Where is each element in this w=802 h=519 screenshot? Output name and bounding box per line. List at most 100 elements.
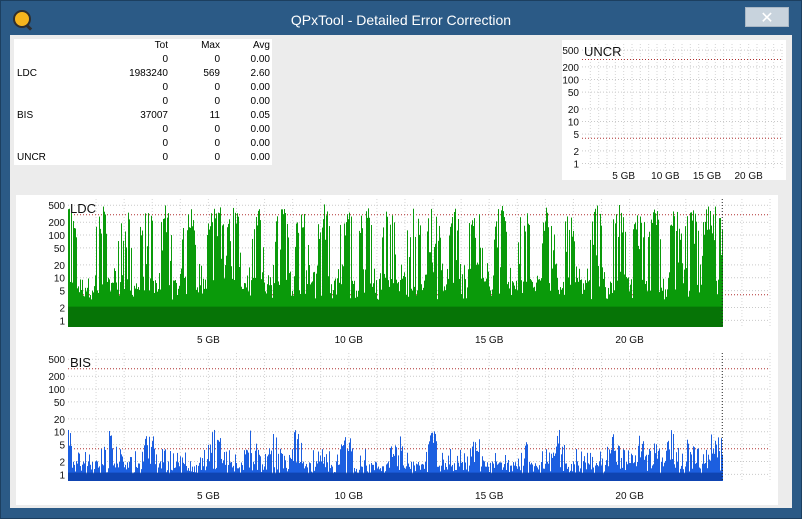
table-cell: 569 [203,68,220,79]
app-window: QPxTool - Detailed Error Correction ✕ To… [0,0,802,519]
table-row: 0 0 0.00 [14,53,272,67]
base-band [68,472,723,481]
table-cell: 0.00 [250,82,270,93]
bis-chart-svg: 5002001005020105215 GB 10 GB 15 GB 20 GBBIS [48,353,771,502]
y-tick-label: 2 [59,304,65,315]
table-cell: 0 [214,152,220,163]
y-tick-label: 50 [54,398,66,409]
chart-title: LDC [70,201,96,216]
table-cell: 0 [162,124,168,135]
chart-title: BIS [70,355,91,370]
y-tick-label: 200 [562,63,579,74]
row-label: UNCR [17,152,46,163]
x-tick-label: 10 GB [651,171,680,180]
y-tick-label: 5 [573,130,579,141]
x-tick-label: 15 GB [693,171,722,180]
uncr-chart: 500 200 100 50 20 10 5 2 1 5 GB 10 GB 15 GB 20 GB UNC… [562,40,786,182]
row-label: BIS [17,110,34,121]
y-tick-label: 5 [59,441,65,452]
base-band [68,306,723,327]
close-button[interactable]: ✕ [745,7,789,27]
row-label [14,137,74,151]
table-cell: 2.60 [250,68,270,79]
x-tick-label: 15 GB [475,335,504,346]
table-cell: 0 [162,82,168,93]
x-tick-label: 20 GB [734,171,763,180]
y-tick-label: 200 [48,218,65,229]
table-cell: 0 [162,152,168,163]
x-tick-label: 5 GB [197,335,220,346]
y-tick-label: 50 [568,88,580,99]
y-tick-label: 1 [59,470,65,481]
table-cell: 0.00 [250,54,270,65]
x-tick-label: 15 GB [475,491,504,502]
table-header: Tot [154,40,168,51]
y-tick-label: 200 [48,372,65,383]
x-tick-label: 5 GB [612,171,635,180]
row-label [14,81,74,95]
table-row: BIS 37007 11 0.05 [14,109,272,123]
table-row: 0 0 0.00 [14,123,272,137]
row-label [14,95,74,109]
y-tick-label: 100 [562,75,579,86]
table-cell: 0.00 [250,124,270,135]
table-cell: 0.00 [250,138,270,149]
window-title: QPxTool - Detailed Error Correction [290,12,512,28]
table-cell: 37007 [140,110,168,121]
table-cell: 0 [214,82,220,93]
chart-title: UNCR [584,44,622,59]
x-tick-label: 20 GB [615,491,644,502]
y-tick-label: 10 [568,117,580,128]
table-cell: 0.05 [250,110,270,121]
table-header: Max [201,40,220,51]
table-cell: 0 [162,96,168,107]
table-cell: 0 [214,124,220,135]
table-header [14,39,74,53]
table-cell: 0.00 [250,152,270,163]
uncr-chart-svg: 5002001005020105215 GB 10 GB 15 GB 20 GBUNC… [562,44,783,182]
ldc-chart-svg: 5002001005020105215 GB 10 GB 15 GB 20 GBLDC [48,199,771,346]
client-area: Tot Max Avg 0 0 0.00 LDC 1983240 569 2.60 0 0 0.0… [10,35,792,508]
x-tick-label: 20 GB [615,335,644,346]
close-icon: ✕ [760,8,774,27]
x-tick-label: 5 GB [197,491,220,502]
table-cell: 0 [162,138,168,149]
table-row: 0 0 0.00 [14,81,272,95]
table-row: LDC 1983240 569 2.60 [14,67,272,81]
y-tick-label: 10 [54,274,66,285]
y-tick-label: 5 [59,287,65,298]
table-cell: 1983240 [129,68,168,79]
y-tick-label: 1 [59,316,65,327]
table-cell: 0 [162,54,168,65]
table-header: Avg [252,40,270,51]
y-tick-label: 20 [54,415,66,426]
y-tick-label: 20 [54,261,66,272]
bis-chart: 500 200 100 50 20 10 5 2 1 5 GB 10 GB 15 GB 20 GB BIS [16,349,778,505]
table-cell: 0 [214,54,220,65]
y-tick-label: 100 [48,231,65,242]
row-label [14,123,74,137]
row-label: LDC [17,68,38,79]
table-cell: 11 [209,110,220,121]
y-tick-label: 500 [48,201,65,212]
series-ldc [68,204,723,327]
y-tick-label: 20 [568,105,580,116]
series-bis [68,429,723,481]
y-tick-label: 500 [562,46,579,57]
row-label [14,53,74,67]
y-tick-label: 500 [48,355,65,366]
x-tick-label: 10 GB [335,335,364,346]
y-tick-label: 10 [54,428,66,439]
table-row: UNCR 0 0 0.00 [14,151,272,165]
y-tick-label: 100 [48,385,65,396]
y-tick-label: 1 [573,159,579,170]
table-cell: 0 [214,96,220,107]
table-cell: 0 [214,138,220,149]
table-cell: 0.00 [250,96,270,107]
y-tick-label: 50 [54,244,66,255]
table-row: 0 0 0.00 [14,95,272,109]
title-bar[interactable]: QPxTool - Detailed Error Correction ✕ [1,1,801,35]
table-header-row: Tot Max Avg [14,39,272,53]
y-tick-label: 2 [573,147,579,158]
y-tick-label: 2 [59,458,65,469]
